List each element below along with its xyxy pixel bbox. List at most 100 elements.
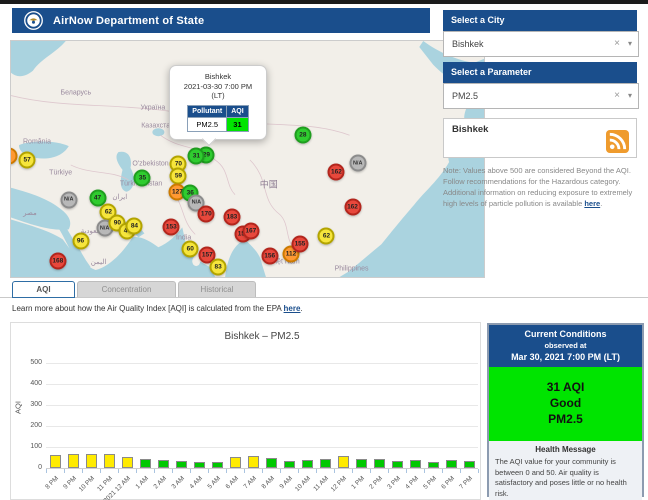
aqi-marker[interactable]: 156	[261, 248, 278, 265]
department-of-state-seal-icon	[24, 11, 43, 30]
chart-x-tick-mark	[100, 469, 101, 473]
chart-bar[interactable]	[248, 456, 259, 468]
chart-bar[interactable]	[86, 454, 97, 468]
map-popup[interactable]: Bishkek 2021-03-30 7:00 PM (LT) Pollutan…	[169, 65, 267, 140]
aqi-marker[interactable]: 155	[292, 236, 309, 253]
city-select[interactable]: Bishkek × ▾	[443, 31, 639, 57]
chart-x-tick-mark	[190, 469, 191, 473]
aqi-marker[interactable]: 59	[170, 167, 187, 184]
chart-bar[interactable]	[374, 459, 385, 468]
chart-bar[interactable]	[176, 461, 187, 468]
tab-concentration[interactable]: Concentration	[77, 281, 176, 298]
chart-bar[interactable]	[194, 462, 205, 468]
aqi-marker[interactable]: 153	[163, 219, 180, 236]
chart-y-tick-label: 200	[20, 422, 42, 429]
chart-bar[interactable]	[410, 460, 421, 468]
chart-bar[interactable]	[266, 458, 277, 468]
chart-x-tick-mark	[136, 469, 137, 473]
aqi-marker[interactable]: 167	[242, 222, 259, 239]
aqi-marker[interactable]: 35	[134, 169, 151, 186]
aqi-marker[interactable]: 168	[49, 253, 66, 270]
popup-datetime: 2021-03-30 7:00 PM	[174, 82, 262, 92]
aqi-marker[interactable]: 84	[126, 217, 143, 234]
chart-gridline	[46, 447, 478, 448]
city-caret-icon[interactable]: ▾	[628, 32, 632, 56]
tab-historical[interactable]: Historical	[178, 281, 256, 298]
popup-pollutant-value: PM2.5	[188, 117, 227, 131]
aqi-marker[interactable]: 170	[198, 206, 215, 223]
aqi-marker[interactable]: 62	[318, 228, 335, 245]
aqi-pollutant: PM2.5	[489, 411, 642, 427]
chart-x-tick-mark	[280, 469, 281, 473]
air-quality-map[interactable]: БеларусьУкраїнаКазахстанRomâniaTürkiyeO'…	[10, 40, 485, 278]
chart-bar[interactable]	[320, 459, 331, 468]
aqi-marker[interactable]: 162	[328, 163, 345, 180]
chart-bar[interactable]	[356, 459, 367, 468]
app-header: AirNow Department of State	[12, 8, 430, 33]
note-here-link[interactable]: here	[584, 199, 600, 208]
aqi-marker[interactable]: 60	[182, 241, 199, 258]
aqi-marker[interactable]: 183	[223, 208, 240, 225]
popup-table: Pollutant AQI PM2.5 31	[187, 105, 248, 132]
chart-x-tick-mark	[172, 469, 173, 473]
chart-bar[interactable]	[140, 459, 151, 468]
aqi-marker[interactable]: 162	[344, 198, 361, 215]
chart-y-tick-label: 0	[20, 464, 42, 471]
chart-bar[interactable]	[392, 461, 403, 468]
chart-x-tick-mark	[226, 469, 227, 473]
page-title: AirNow Department of State	[53, 15, 204, 27]
aqi-marker[interactable]: 57	[19, 151, 36, 168]
divider	[0, 297, 648, 298]
chart-bar[interactable]	[446, 460, 457, 468]
learn-more-text: Learn more about how the Air Quality Ind…	[12, 304, 303, 313]
chart-x-tick-mark	[406, 469, 407, 473]
chart-x-tick-mark	[118, 469, 119, 473]
chart-bar[interactable]	[428, 462, 439, 468]
current-conditions-title: Current Conditions	[491, 329, 640, 339]
chart-y-tick-label: 300	[20, 401, 42, 408]
chart-y-tick-label: 500	[20, 359, 42, 366]
chart-x-tick-mark	[442, 469, 443, 473]
aqi-marker[interactable]: N/A	[60, 191, 77, 208]
select-city-header: Select a City	[443, 10, 637, 31]
rss-feed-icon[interactable]	[606, 130, 629, 153]
chart-y-tick-label: 400	[20, 380, 42, 387]
chart-x-tick-mark	[424, 469, 425, 473]
aqi-marker[interactable]: 31	[188, 147, 205, 164]
aqi-marker[interactable]: 28	[294, 127, 311, 144]
chart-gridline	[46, 363, 478, 364]
aqi-value: 31 AQI	[489, 379, 642, 395]
aqi-category: Good	[489, 395, 642, 411]
aqi-marker[interactable]: 83	[210, 259, 227, 276]
observation-datetime: Mar 30, 2021 7:00 PM (LT)	[491, 352, 640, 362]
health-message-title: Health Message	[495, 445, 636, 454]
aqi-marker[interactable]: 96	[72, 233, 89, 250]
chart-bar[interactable]	[122, 457, 133, 468]
chart-bar[interactable]	[68, 454, 79, 468]
chart-bar[interactable]	[338, 456, 349, 468]
chart-x-tick-mark	[460, 469, 461, 473]
tab-aqi[interactable]: AQI	[12, 281, 75, 298]
chart-bar[interactable]	[212, 462, 223, 468]
parameter-select[interactable]: PM2.5 × ▾	[443, 83, 639, 109]
parameter-clear-icon[interactable]: ×	[614, 84, 620, 108]
chart-x-tick-mark	[478, 469, 479, 473]
parameter-caret-icon[interactable]: ▾	[628, 84, 632, 108]
chart-bar[interactable]	[464, 461, 475, 468]
select-parameter-header: Select a Parameter	[443, 62, 637, 83]
chart-bar[interactable]	[50, 455, 61, 468]
chart-bar[interactable]	[284, 461, 295, 468]
city-clear-icon[interactable]: ×	[614, 32, 620, 56]
aqi-marker[interactable]: N/A	[349, 155, 366, 172]
chart-bar[interactable]	[302, 460, 313, 468]
chart-bar[interactable]	[230, 457, 241, 468]
chart-plot-area: 01002003004005008 PM9 PM10 PM11 PM2021 1…	[11, 323, 480, 499]
chart-x-tick-mark	[154, 469, 155, 473]
learn-more-here-link[interactable]: here	[284, 304, 301, 313]
city-select-value: Bishkek	[452, 39, 484, 49]
chart-bar[interactable]	[104, 454, 115, 468]
chart-x-tick-mark	[208, 469, 209, 473]
beyond-aqi-note: Note: Values above 500 are considered Be…	[443, 165, 643, 209]
chart-bar[interactable]	[158, 460, 169, 468]
rss-city-label: Bishkek	[452, 124, 488, 135]
